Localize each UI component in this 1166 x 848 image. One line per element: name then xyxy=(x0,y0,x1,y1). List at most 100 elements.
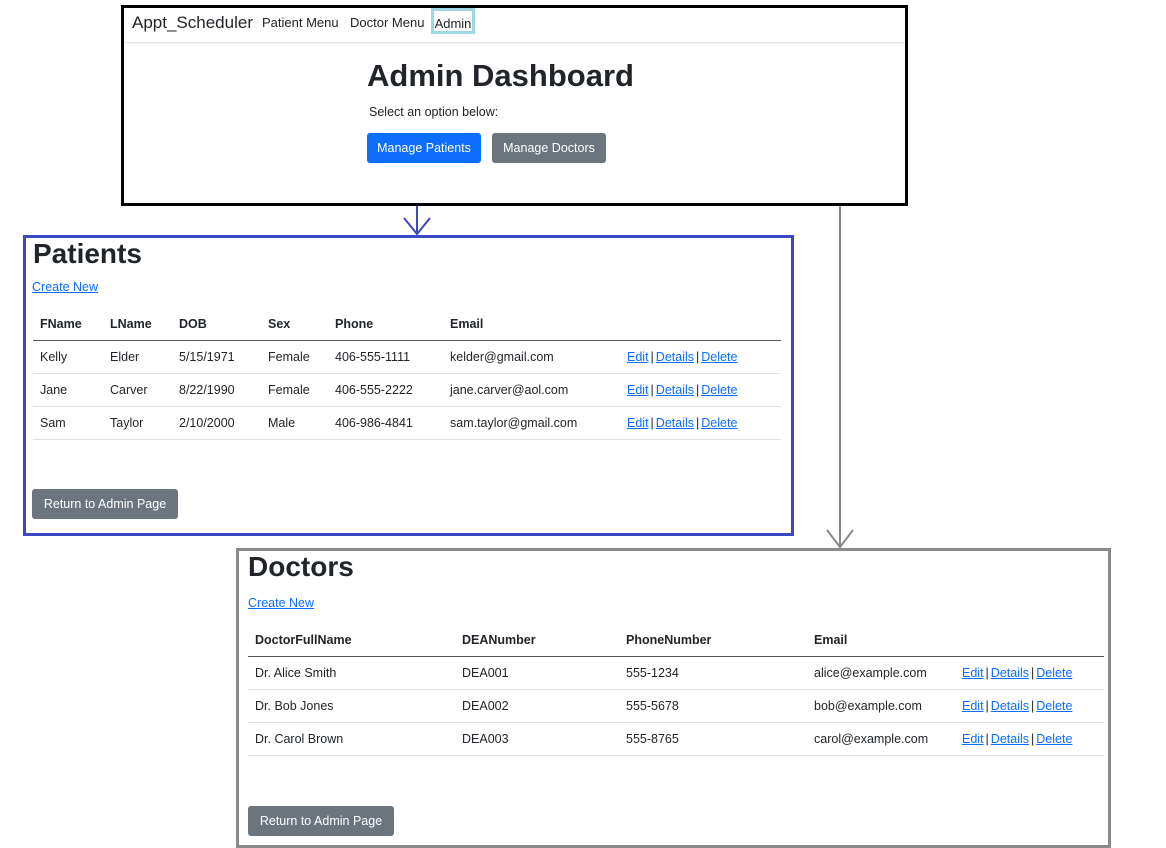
details-link[interactable]: Details xyxy=(991,732,1029,746)
patients-title: Patients xyxy=(33,238,142,269)
cell-sex: Male xyxy=(261,406,328,440)
column-header: DoctorFullName xyxy=(248,624,455,657)
separator: | xyxy=(985,699,989,713)
edit-link[interactable]: Edit xyxy=(962,732,984,746)
cell-email: bob@example.com xyxy=(807,689,955,723)
doctors-window: Doctors Create New DoctorFullName DEANum… xyxy=(236,548,1111,848)
details-link[interactable]: Details xyxy=(656,350,694,364)
details-link[interactable]: Details xyxy=(991,666,1029,680)
row-actions: Edit | Details | Delete xyxy=(955,722,1104,756)
cell-doctor-name: Dr. Bob Jones xyxy=(248,689,455,723)
nav-admin[interactable]: Admin xyxy=(431,8,475,34)
column-header: PhoneNumber xyxy=(619,624,807,657)
delete-link[interactable]: Delete xyxy=(701,416,737,430)
column-header: DOB xyxy=(172,308,261,341)
manage-patients-button[interactable]: Manage Patients xyxy=(367,133,481,163)
column-header-actions xyxy=(620,308,781,341)
row-actions: Edit | Details | Delete xyxy=(620,340,781,374)
edit-link[interactable]: Edit xyxy=(627,350,649,364)
cell-email: alice@example.com xyxy=(807,656,955,690)
column-header: FName xyxy=(33,308,103,341)
row-actions: Edit | Details | Delete xyxy=(620,406,781,440)
edit-link[interactable]: Edit xyxy=(627,416,649,430)
patients-window: Patients Create New FName LName DOB Sex … xyxy=(23,235,794,536)
column-header: DEANumber xyxy=(455,624,619,657)
delete-link[interactable]: Delete xyxy=(1036,699,1072,713)
cell-email: sam.taylor@gmail.com xyxy=(443,406,620,440)
table-header-row: FName LName DOB Sex Phone Email xyxy=(33,308,781,341)
separator: | xyxy=(696,350,700,364)
cell-phone: 406-555-1111 xyxy=(328,340,443,374)
cell-fname: Sam xyxy=(33,406,103,440)
column-header: Email xyxy=(807,624,955,657)
separator: | xyxy=(1031,666,1035,680)
cell-phone: 555-5678 xyxy=(619,689,807,723)
nav-patient-menu[interactable]: Patient Menu xyxy=(262,15,339,30)
separator: | xyxy=(1031,732,1035,746)
cell-fname: Kelly xyxy=(33,340,103,374)
column-header: Email xyxy=(443,308,620,341)
delete-link[interactable]: Delete xyxy=(701,350,737,364)
delete-link[interactable]: Delete xyxy=(1036,666,1072,680)
cell-dea-number: DEA003 xyxy=(455,722,619,756)
column-header: Phone xyxy=(328,308,443,341)
brand-link[interactable]: Appt_Scheduler xyxy=(132,13,253,33)
patients-create-new-link[interactable]: Create New xyxy=(32,280,98,294)
cell-dob: 8/22/1990 xyxy=(172,373,261,407)
delete-link[interactable]: Delete xyxy=(701,383,737,397)
column-header: Sex xyxy=(261,308,328,341)
return-to-admin-button[interactable]: Return to Admin Page xyxy=(32,489,178,519)
separator: | xyxy=(1031,699,1035,713)
cell-phone: 555-8765 xyxy=(619,722,807,756)
page-title: Admin Dashboard xyxy=(367,58,634,93)
table-row: Dr. Bob Jones DEA002 555-5678 bob@exampl… xyxy=(248,689,1104,723)
cell-doctor-name: Dr. Alice Smith xyxy=(248,656,455,690)
patients-table: FName LName DOB Sex Phone Email Kelly El… xyxy=(33,308,781,440)
cell-email: jane.carver@aol.com xyxy=(443,373,620,407)
doctors-table: DoctorFullName DEANumber PhoneNumber Ema… xyxy=(248,624,1104,756)
details-link[interactable]: Details xyxy=(991,699,1029,713)
page-subtitle: Select an option below: xyxy=(369,105,499,119)
cell-phone: 406-986-4841 xyxy=(328,406,443,440)
cell-lname: Elder xyxy=(103,340,172,374)
edit-link[interactable]: Edit xyxy=(962,699,984,713)
cell-sex: Female xyxy=(261,373,328,407)
cell-email: kelder@gmail.com xyxy=(443,340,620,374)
cell-phone: 406-555-2222 xyxy=(328,373,443,407)
separator: | xyxy=(985,666,989,680)
cell-dea-number: DEA002 xyxy=(455,689,619,723)
table-row: Dr. Carol Brown DEA003 555-8765 carol@ex… xyxy=(248,722,1104,756)
admin-dashboard-window: Appt_Scheduler Patient Menu Doctor Menu … xyxy=(121,5,908,206)
separator: | xyxy=(650,416,654,430)
delete-link[interactable]: Delete xyxy=(1036,732,1072,746)
cell-email: carol@example.com xyxy=(807,722,955,756)
return-to-admin-button[interactable]: Return to Admin Page xyxy=(248,806,394,836)
cell-lname: Carver xyxy=(103,373,172,407)
edit-link[interactable]: Edit xyxy=(627,383,649,397)
doctors-title: Doctors xyxy=(248,551,354,582)
manage-doctors-button[interactable]: Manage Doctors xyxy=(492,133,606,163)
nav-doctor-menu[interactable]: Doctor Menu xyxy=(350,15,424,30)
cell-fname: Jane xyxy=(33,373,103,407)
row-actions: Edit | Details | Delete xyxy=(620,373,781,407)
separator: | xyxy=(650,383,654,397)
column-header-actions xyxy=(955,624,1104,657)
doctors-create-new-link[interactable]: Create New xyxy=(248,596,314,610)
row-actions: Edit | Details | Delete xyxy=(955,689,1104,723)
navbar: Appt_Scheduler Patient Menu Doctor Menu … xyxy=(124,8,905,43)
cell-dob: 2/10/2000 xyxy=(172,406,261,440)
cell-phone: 555-1234 xyxy=(619,656,807,690)
row-actions: Edit | Details | Delete xyxy=(955,656,1104,690)
separator: | xyxy=(985,732,989,746)
separator: | xyxy=(696,416,700,430)
cell-dea-number: DEA001 xyxy=(455,656,619,690)
table-row: Kelly Elder 5/15/1971 Female 406-555-111… xyxy=(33,340,781,374)
separator: | xyxy=(696,383,700,397)
table-row: Sam Taylor 2/10/2000 Male 406-986-4841 s… xyxy=(33,406,781,440)
details-link[interactable]: Details xyxy=(656,383,694,397)
edit-link[interactable]: Edit xyxy=(962,666,984,680)
table-header-row: DoctorFullName DEANumber PhoneNumber Ema… xyxy=(248,624,1104,657)
table-row: Dr. Alice Smith DEA001 555-1234 alice@ex… xyxy=(248,656,1104,690)
details-link[interactable]: Details xyxy=(656,416,694,430)
table-row: Jane Carver 8/22/1990 Female 406-555-222… xyxy=(33,373,781,407)
